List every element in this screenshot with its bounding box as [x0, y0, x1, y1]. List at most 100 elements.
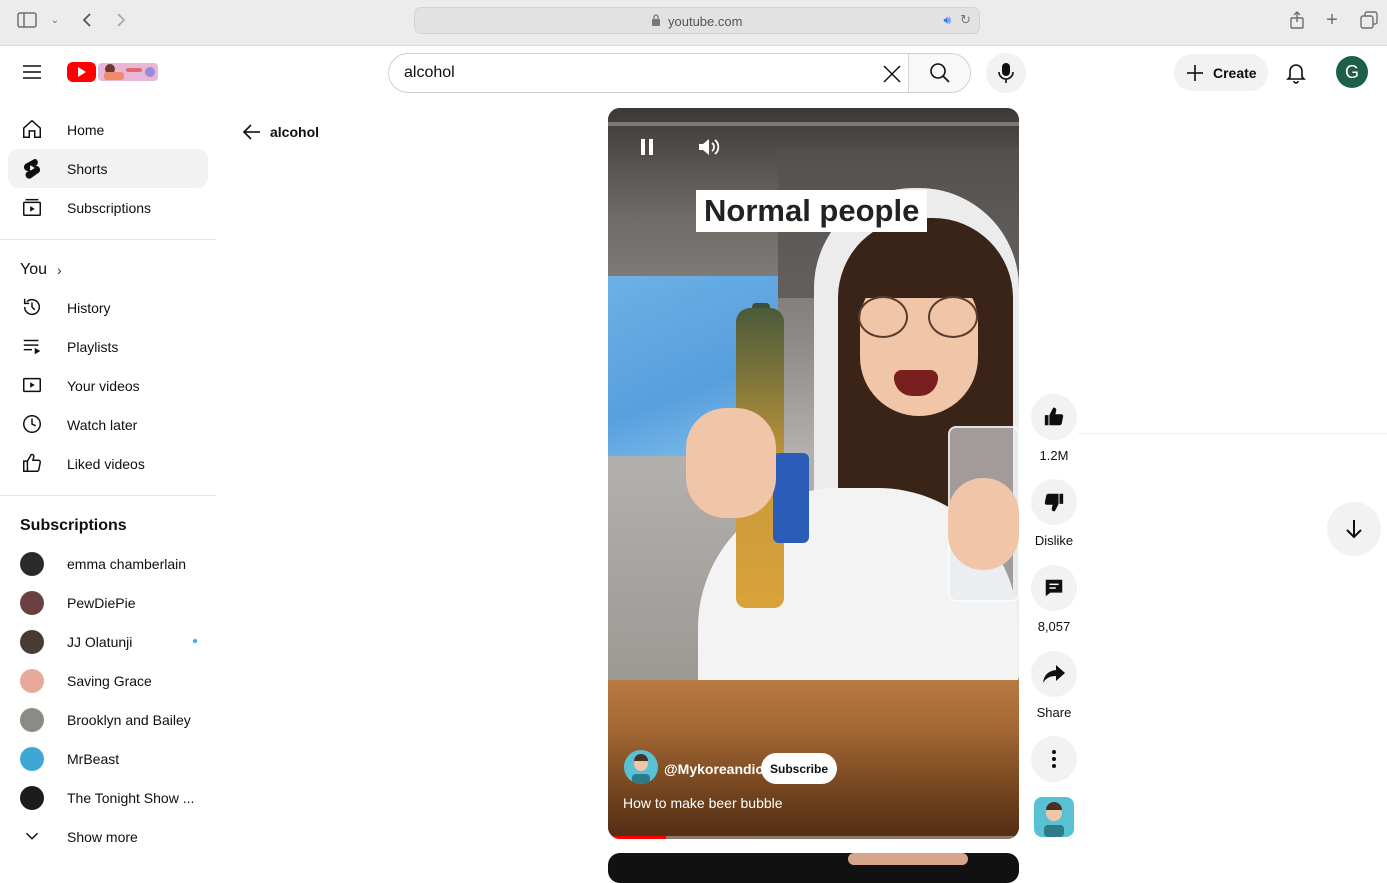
sidebar-item-label: Shorts — [67, 161, 108, 177]
you-section-header[interactable]: You › — [0, 252, 216, 288]
comment-count: 8,057 — [1037, 619, 1071, 634]
chevron-down-icon — [25, 832, 39, 840]
subscription-brooklyn-and-bailey[interactable]: Brooklyn and Bailey — [8, 700, 208, 739]
query-label: alcohol — [270, 124, 320, 140]
sidebar-item-label: emma chamberlain — [67, 556, 187, 572]
speaker-icon[interactable]: 🔊︎ — [943, 13, 951, 28]
playlists-icon — [23, 339, 41, 355]
clear-search-icon[interactable] — [881, 63, 903, 85]
sidebar-item-shorts[interactable]: Shorts — [8, 149, 208, 188]
new-content-dot — [193, 639, 197, 643]
sidebar-item-label: Home — [67, 122, 105, 138]
next-video-button[interactable] — [1327, 502, 1381, 556]
lock-icon — [652, 14, 660, 26]
sidebar-item-label: The Tonight Show ... — [67, 790, 195, 806]
like-button[interactable] — [1031, 394, 1077, 440]
comments-button[interactable] — [1031, 565, 1077, 611]
dislike-action: Dislike — [1030, 479, 1078, 548]
arrow-down-icon — [1346, 520, 1362, 539]
shorts-icon — [23, 158, 41, 179]
reload-icon[interactable]: ↻ — [960, 12, 971, 28]
video-title[interactable]: How to make beer bubble — [623, 795, 783, 811]
sound-thumbnail[interactable] — [1034, 797, 1074, 837]
video-scene — [773, 453, 809, 543]
sidebar-item-history[interactable]: History — [8, 288, 208, 327]
show-more-button[interactable]: Show more — [8, 817, 208, 856]
your-videos-icon — [23, 377, 41, 393]
subscription-jj-olatunji[interactable]: JJ Olatunji — [8, 622, 208, 661]
divider — [1078, 433, 1387, 434]
channel-name[interactable]: @Mykoreandic — [664, 761, 763, 777]
subscribe-button[interactable]: Subscribe — [761, 753, 837, 784]
channel-avatar — [20, 591, 44, 615]
channel-avatar — [20, 669, 44, 693]
comments-action: 8,057 — [1030, 565, 1078, 634]
channel-avatar — [20, 747, 44, 771]
pause-icon — [641, 139, 653, 155]
search-input[interactable] — [404, 62, 864, 84]
share-button[interactable] — [1031, 651, 1077, 697]
dislike-button[interactable] — [1031, 479, 1077, 525]
subscription-the-tonight-show[interactable]: The Tonight Show ... — [8, 778, 208, 817]
video-caption-overlay: Normal people — [696, 190, 928, 232]
create-button[interactable]: Create — [1174, 54, 1268, 91]
pause-button[interactable] — [634, 134, 660, 160]
forward-arrow-icon[interactable] — [110, 9, 132, 31]
channel-avatar — [20, 630, 44, 654]
share-icon[interactable] — [1286, 9, 1308, 31]
share-label: Share — [1036, 705, 1072, 720]
back-arrow-icon — [242, 124, 260, 140]
sidebar-item-watch-later[interactable]: Watch later — [8, 405, 208, 444]
more-vertical-icon — [1052, 750, 1056, 768]
video-progress-bar[interactable] — [608, 836, 1019, 839]
channel-avatar — [20, 786, 44, 810]
sidebar-item-subscriptions[interactable]: Subscriptions — [8, 188, 208, 227]
subscription-pewdiepie[interactable]: PewDiePie — [8, 583, 208, 622]
subscriptions-icon — [23, 198, 41, 216]
youtube-logo[interactable] — [66, 60, 160, 84]
search-box — [388, 53, 971, 93]
subscription-saving-grace[interactable]: Saving Grace — [8, 661, 208, 700]
back-arrow-icon[interactable] — [76, 9, 98, 31]
new-tab-icon[interactable]: + — [1321, 9, 1343, 31]
short-video-player[interactable]: Normal people @Mykoreandic Subscribe How… — [608, 108, 1019, 839]
search-icon — [929, 63, 950, 83]
voice-search-button[interactable] — [986, 53, 1026, 93]
subscription-mrbeast[interactable]: MrBeast — [8, 739, 208, 778]
like-count: 1.2M — [1039, 448, 1069, 463]
next-short-preview[interactable] — [608, 853, 1019, 883]
chevron-down-icon[interactable]: ⌄ — [44, 9, 66, 31]
more-options-button[interactable] — [1031, 736, 1077, 782]
hamburger-menu-icon[interactable] — [20, 60, 44, 84]
sidebar-item-liked-videos[interactable]: Liked videos — [8, 444, 208, 483]
share-arrow-icon — [1043, 665, 1065, 683]
video-scene — [928, 296, 978, 338]
subscription-emma-chamberlain[interactable]: emma chamberlain — [8, 544, 208, 583]
sidebar-toggle-icon[interactable] — [16, 9, 38, 31]
video-top-bar — [608, 122, 1019, 126]
tab-overview-icon[interactable] — [1358, 9, 1380, 31]
home-icon — [23, 119, 41, 138]
plus-icon — [1187, 64, 1203, 81]
back-to-search[interactable]: alcohol — [242, 122, 319, 142]
more-action — [1030, 736, 1078, 782]
divider — [0, 495, 216, 496]
search-button[interactable] — [908, 54, 970, 92]
sidebar-item-label: Saving Grace — [67, 673, 152, 689]
sidebar: Home Shorts Subscriptions You › History … — [0, 110, 216, 856]
sidebar-item-label: MrBeast — [67, 751, 120, 767]
channel-avatar — [20, 708, 44, 732]
sidebar-item-playlists[interactable]: Playlists — [8, 327, 208, 366]
channel-avatar[interactable] — [624, 750, 658, 784]
volume-button[interactable] — [696, 134, 722, 160]
liked-videos-icon — [23, 453, 41, 472]
address-bar[interactable]: youtube.com 🔊︎ ↻ — [414, 7, 980, 34]
sidebar-item-home[interactable]: Home — [8, 110, 208, 149]
sidebar-item-your-videos[interactable]: Your videos — [8, 366, 208, 405]
progress-fill — [608, 836, 666, 839]
share-action: Share — [1030, 651, 1078, 720]
sidebar-item-label: Subscriptions — [67, 200, 152, 216]
video-scene — [848, 853, 968, 865]
notifications-bell-icon[interactable] — [1284, 60, 1308, 84]
account-avatar[interactable]: G — [1336, 56, 1368, 88]
